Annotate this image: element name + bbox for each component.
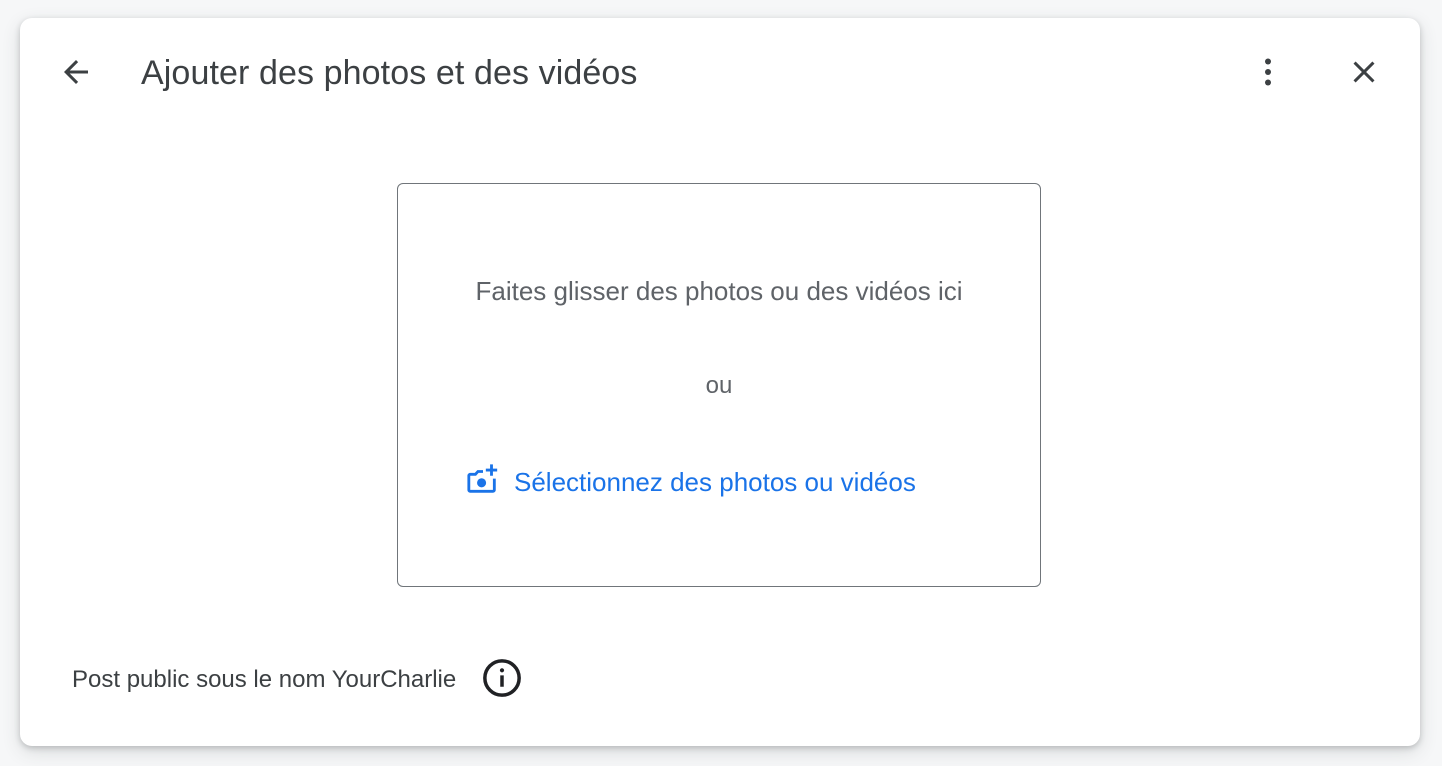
close-icon <box>1346 54 1382 95</box>
arrow-back-icon <box>58 54 94 95</box>
dialog-title: Ajouter des photos et des vidéos <box>141 54 638 92</box>
post-visibility-text: Post public sous le nom YourCharlie <box>72 666 457 693</box>
close-button[interactable] <box>1340 50 1388 98</box>
back-button[interactable] <box>52 50 100 98</box>
info-button[interactable] <box>480 658 524 702</box>
more-vert-icon <box>1250 54 1286 95</box>
more-options-button[interactable] <box>1244 50 1292 98</box>
add-photo-icon <box>466 463 500 502</box>
select-photos-button[interactable]: Sélectionnez des photos ou vidéos <box>466 463 916 502</box>
select-photos-label: Sélectionnez des photos ou vidéos <box>514 466 916 497</box>
drop-instruction: Faites glisser des photos ou des vidéos … <box>475 276 963 306</box>
info-icon <box>481 657 523 704</box>
or-separator: ou <box>705 372 733 399</box>
add-photos-dialog: Ajouter des photos et des vidéos Faites … <box>20 18 1420 746</box>
drop-zone[interactable]: Faites glisser des photos ou des vidéos … <box>397 183 1041 587</box>
footer: Post public sous le nom YourCharlie <box>72 658 524 702</box>
